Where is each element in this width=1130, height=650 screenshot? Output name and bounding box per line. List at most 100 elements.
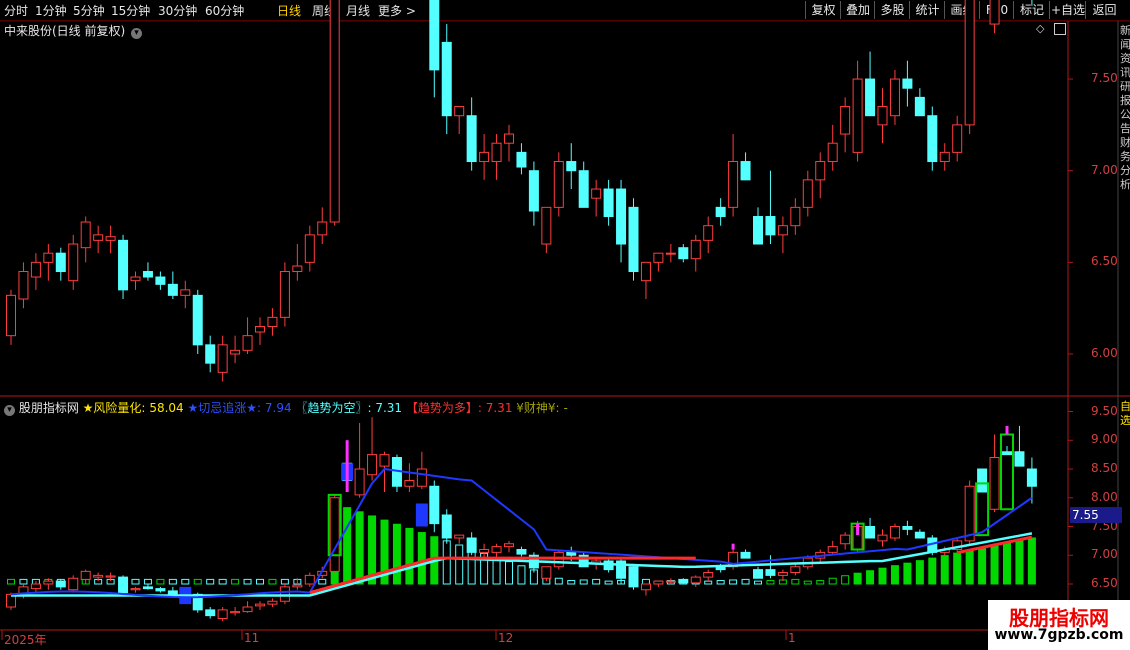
indicator-bar [193,578,202,585]
price-candle [479,151,490,163]
side-info-text[interactable]: 新闻资讯研报公告财务分析 [1120,24,1130,394]
price-candle [217,344,228,373]
indicator-candle [80,570,91,580]
price-candle [329,0,340,223]
indicator-candle [279,586,290,602]
indicator-bar [280,578,289,585]
indicator-bar [181,578,190,585]
indicator-candle [777,572,788,576]
x-tick-1: 11 [244,631,260,645]
indicator-bar [256,578,264,585]
price-candle [93,234,104,241]
indicator-candle [55,580,66,588]
indicator-bar [978,547,987,585]
x-tick-2: 12 [498,631,514,645]
indicator-bar [866,570,875,585]
indicator-candle [292,584,303,588]
price-candle [640,261,651,282]
price-candle [865,78,876,117]
indicator-candle [653,580,664,585]
indicator-bar [156,578,165,585]
x-tick-0: 2025年 [4,633,47,647]
price-candle [43,252,54,263]
indicator-bar [928,557,937,585]
price-candle [230,349,241,355]
price-candle [777,225,788,236]
indicator-bar [579,579,588,585]
indicator-candle [628,566,639,588]
price-candle [466,115,477,163]
indicator-bar [517,565,526,585]
price-label: 7.55 [1070,507,1122,523]
price-candle [678,247,689,260]
indicator-candle [753,569,763,579]
indicator-bar [268,578,277,585]
indicator-candle [889,526,900,539]
y1-tick-4: 7.00 [1091,162,1118,177]
price-candle [118,239,129,291]
indicator-candle [516,549,527,555]
indicator-bar [953,552,962,585]
indicator-candle [205,609,216,617]
price-candle [167,283,178,296]
y1-tick-3: 7.50 [1091,71,1118,86]
price-candle [653,252,664,263]
price-candle [902,78,913,89]
indicator-candle [865,526,876,539]
indicator-bar [878,567,887,585]
indicator-candle [703,572,714,578]
price-candle [541,206,552,245]
y2-tick-5: 7.00 [1091,547,1118,562]
price-candle [616,188,627,245]
price-candle [802,179,813,208]
indicator-bar [231,578,240,585]
price-candle [454,106,465,117]
indicator-candle [1014,451,1025,467]
price-candle [591,188,602,199]
side-favorites-text[interactable]: 自选 [1120,400,1130,440]
price-candle [255,326,265,333]
indicator-candle [329,497,340,572]
price-candle [889,78,900,117]
price-candle [267,316,278,328]
indicator-candle [964,485,975,542]
indicator-candle [441,514,452,539]
indicator-candle [130,588,141,591]
watermark: 股朋指标网 www.7gpzb.com [988,600,1130,650]
indicator-bar [7,578,15,585]
price-candle [242,335,253,351]
indicator-candle [379,454,390,467]
indicator-bar [741,578,750,585]
price-candle [155,276,166,285]
price-candle [55,252,66,273]
indicator-candle [491,546,502,553]
indicator-bar [729,579,738,585]
price-candle [665,252,676,255]
indicator-candle [118,576,129,594]
indicator-bar [1003,542,1011,585]
indicator-candle [93,574,104,578]
indicator-candle [566,551,577,556]
price-candle [292,265,303,273]
price-candle [180,289,191,296]
price-candle [80,221,91,249]
price-candle [441,41,452,117]
indicator-candle [877,534,888,542]
signal-box [1000,433,1014,511]
indicator-candle [155,588,166,592]
indicator-candle [977,468,988,493]
y2-tick-6: 6.50 [1091,576,1118,590]
indicator-candle [740,551,751,559]
indicator-candle [479,549,490,553]
price-candle [504,133,514,144]
price-candle [603,188,614,218]
indicator-candle [466,537,477,553]
indicator-candle [142,586,153,590]
indicator-bar [704,580,713,585]
indicator-bar [903,562,912,585]
chart-canvas [0,0,1130,640]
indicator-bar [791,578,800,585]
cyan-line [11,532,1033,597]
indicator-candle [541,566,552,579]
indicator-bar [455,544,464,585]
